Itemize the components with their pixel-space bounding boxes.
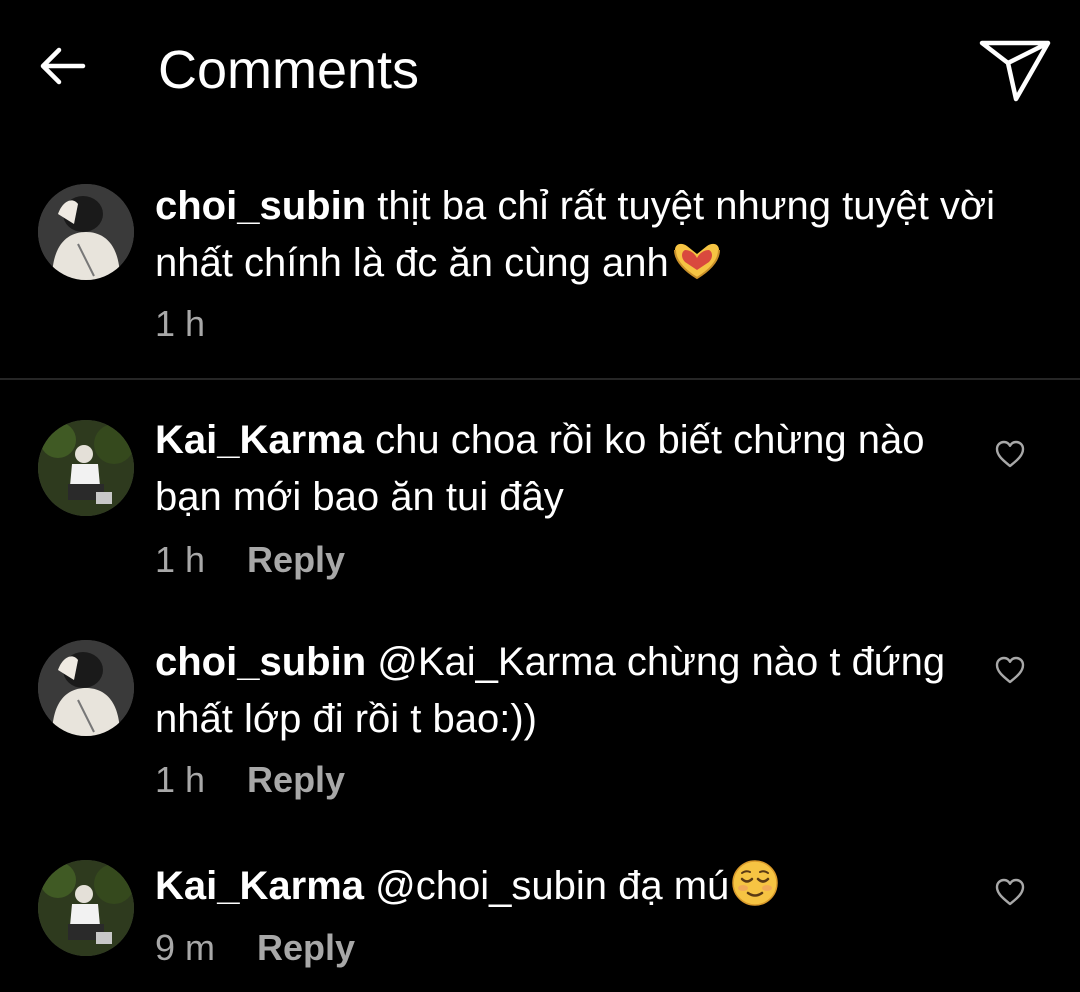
username[interactable]: Kai_Karma	[155, 864, 364, 908]
avatar-photo-choi-subin	[38, 184, 134, 280]
username[interactable]: choi_subin	[155, 640, 366, 684]
avatar-photo-kai-karma	[38, 860, 134, 956]
comment-body: Kai_Karma @choi_subin đạ mú	[155, 858, 985, 915]
heart-icon	[995, 878, 1025, 906]
timestamp: 9 m	[155, 927, 216, 968]
comment-body: choi_subin @Kai_Karma chừng nào t đứng n…	[155, 634, 985, 748]
like-button[interactable]	[990, 650, 1030, 690]
username[interactable]: choi_subin	[155, 184, 366, 228]
avatar[interactable]	[38, 420, 134, 516]
heart-icon	[995, 656, 1025, 684]
caption-text: choi_subin thịt ba chỉ rất tuyệt nhưng t…	[155, 178, 1065, 292]
divider	[0, 378, 1080, 380]
like-button[interactable]	[990, 434, 1030, 474]
heart-hands-emoji	[673, 243, 720, 280]
comment-meta: 1 h Reply	[155, 758, 345, 802]
comment-item: choi_subin @Kai_Karma chừng nào t đứng n…	[0, 634, 1080, 814]
comment-body: Kai_Karma chu choa rồi ko biết chừng nào…	[155, 412, 985, 526]
back-button[interactable]	[34, 38, 90, 94]
comment-meta: 9 m Reply	[155, 926, 355, 970]
share-button[interactable]	[974, 34, 1056, 106]
comment-text: @choi_subin đạ mú	[375, 864, 730, 908]
timestamp: 1 h	[155, 759, 206, 800]
caption: choi_subin thịt ba chỉ rất tuyệt nhưng t…	[0, 170, 1080, 376]
avatar[interactable]	[38, 860, 134, 956]
avatar[interactable]	[38, 184, 134, 280]
comment-item: Kai_Karma chu choa rồi ko biết chừng nào…	[0, 412, 1080, 592]
comment-meta: 1 h Reply	[155, 538, 345, 582]
relieved-face-emoji	[732, 860, 779, 906]
timestamp: 1 h	[155, 539, 206, 580]
header-bar: Comments	[0, 0, 1080, 140]
reply-button[interactable]: Reply	[247, 538, 345, 582]
like-button[interactable]	[990, 872, 1030, 912]
timestamp: 1 h	[155, 303, 206, 344]
comment-item: Kai_Karma @choi_subin đạ mú 9 m Reply	[0, 856, 1080, 988]
page-title: Comments	[158, 40, 420, 100]
arrow-left-icon	[40, 47, 86, 85]
caption-meta: 1 h	[155, 302, 205, 346]
reply-button[interactable]: Reply	[247, 758, 345, 802]
username[interactable]: Kai_Karma	[155, 418, 364, 462]
paper-plane-icon	[979, 40, 1051, 102]
heart-icon	[995, 440, 1025, 468]
avatar[interactable]	[38, 640, 134, 736]
reply-button[interactable]: Reply	[257, 926, 355, 970]
avatar-photo-choi-subin	[38, 640, 134, 736]
avatar-photo-kai-karma	[38, 420, 134, 516]
